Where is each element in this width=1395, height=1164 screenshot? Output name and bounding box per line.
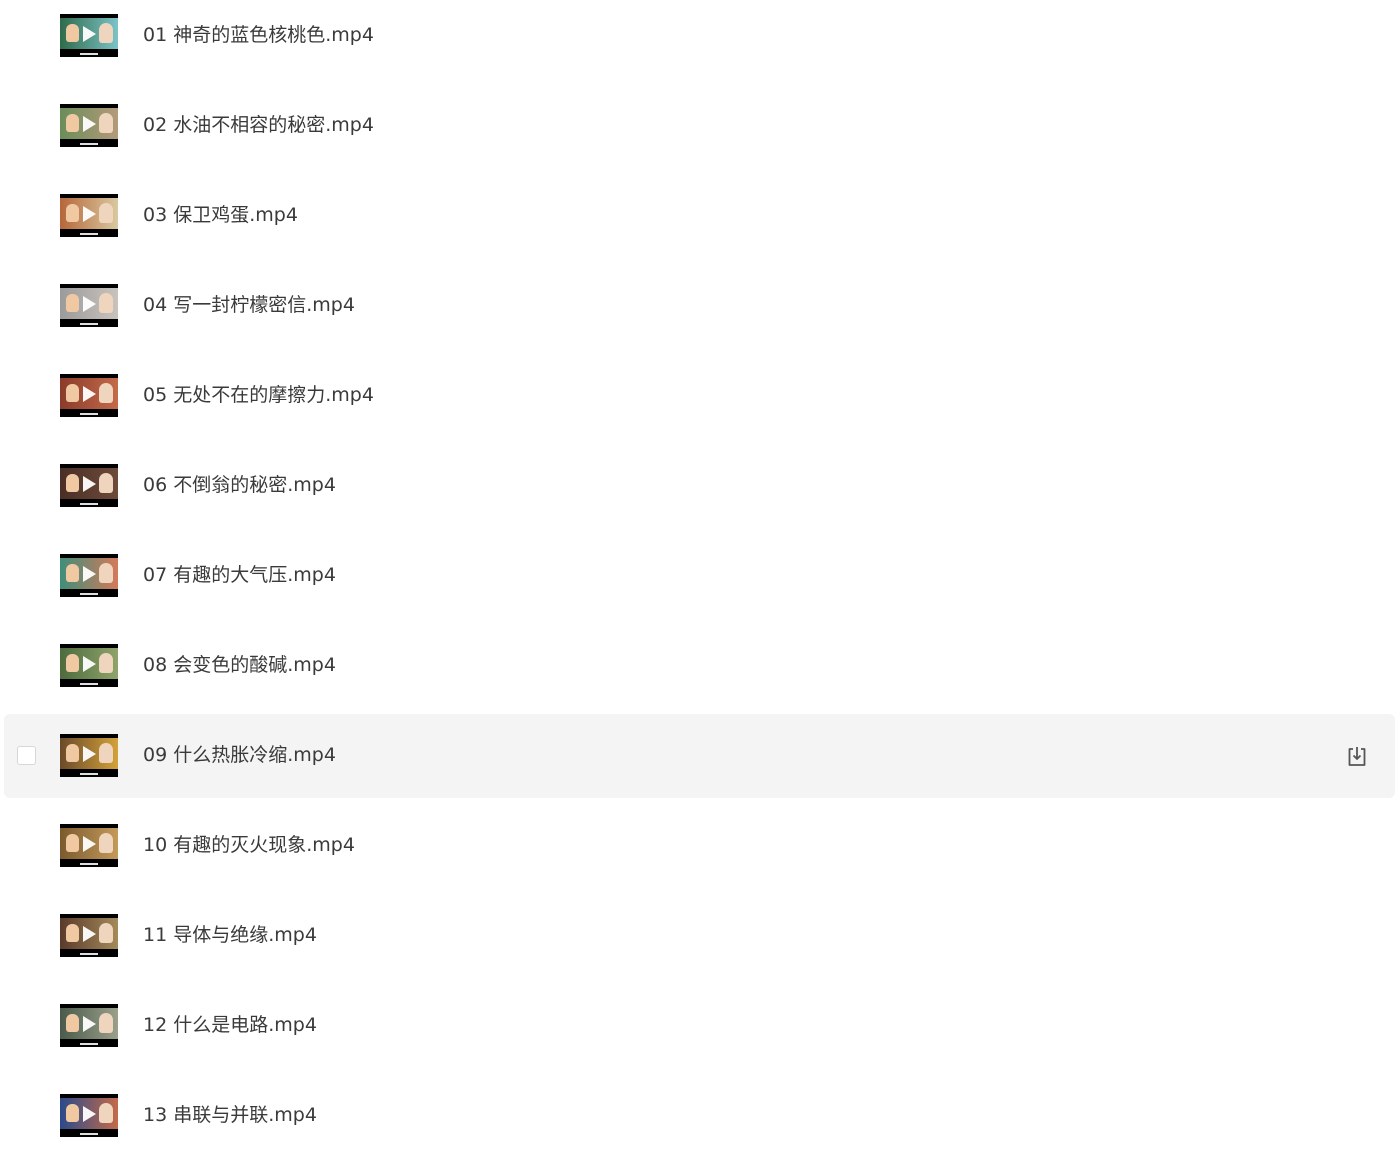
video-thumbnail[interactable] xyxy=(60,644,118,687)
file-row[interactable]: 10 有趣的灭火现象.mp4 xyxy=(4,804,1395,888)
file-row-hovered[interactable]: 09 什么热胀冷缩.mp4 xyxy=(4,714,1395,798)
file-name[interactable]: 08 会变色的酸碱.mp4 xyxy=(143,652,336,678)
video-thumbnail[interactable] xyxy=(60,914,118,957)
play-icon xyxy=(83,26,96,42)
video-thumbnail[interactable] xyxy=(60,104,118,147)
video-thumbnail[interactable] xyxy=(60,14,118,57)
file-name[interactable]: 03 保卫鸡蛋.mp4 xyxy=(143,202,298,228)
play-icon xyxy=(83,206,96,222)
video-thumbnail[interactable] xyxy=(60,824,118,867)
file-row[interactable]: 11 导体与绝缘.mp4 xyxy=(4,894,1395,978)
play-icon xyxy=(83,476,96,492)
file-name[interactable]: 01 神奇的蓝色核桃色.mp4 xyxy=(143,22,374,48)
file-name[interactable]: 06 不倒翁的秘密.mp4 xyxy=(143,472,336,498)
file-row[interactable]: 06 不倒翁的秘密.mp4 xyxy=(4,444,1395,528)
file-name[interactable]: 05 无处不在的摩擦力.mp4 xyxy=(143,382,374,408)
file-name[interactable]: 11 导体与绝缘.mp4 xyxy=(143,922,317,948)
file-row[interactable]: 12 什么是电路.mp4 xyxy=(4,984,1395,1068)
file-row[interactable]: 01 神奇的蓝色核桃色.mp4 xyxy=(4,0,1395,78)
file-name[interactable]: 12 什么是电路.mp4 xyxy=(143,1012,317,1038)
play-icon xyxy=(83,296,96,312)
file-name[interactable]: 13 串联与并联.mp4 xyxy=(143,1102,317,1128)
file-row[interactable]: 03 保卫鸡蛋.mp4 xyxy=(4,174,1395,258)
video-thumbnail[interactable] xyxy=(60,734,118,777)
file-row[interactable]: 13 串联与并联.mp4 xyxy=(4,1074,1395,1158)
play-icon xyxy=(83,656,96,672)
file-row[interactable]: 04 写一封柠檬密信.mp4 xyxy=(4,264,1395,348)
file-row[interactable]: 08 会变色的酸碱.mp4 xyxy=(4,624,1395,708)
download-icon[interactable] xyxy=(1345,744,1369,768)
file-name[interactable]: 04 写一封柠檬密信.mp4 xyxy=(143,292,355,318)
select-checkbox[interactable] xyxy=(17,746,36,765)
file-row[interactable]: 05 无处不在的摩擦力.mp4 xyxy=(4,354,1395,438)
video-thumbnail[interactable] xyxy=(60,1004,118,1047)
video-thumbnail[interactable] xyxy=(60,194,118,237)
video-thumbnail[interactable] xyxy=(60,374,118,417)
play-icon xyxy=(83,386,96,402)
play-icon xyxy=(83,1106,96,1122)
video-thumbnail[interactable] xyxy=(60,284,118,327)
file-name[interactable]: 07 有趣的大气压.mp4 xyxy=(143,562,336,588)
play-icon xyxy=(83,836,96,852)
file-name[interactable]: 10 有趣的灭火现象.mp4 xyxy=(143,832,355,858)
file-row[interactable]: 07 有趣的大气压.mp4 xyxy=(4,534,1395,618)
play-icon xyxy=(83,566,96,582)
play-icon xyxy=(83,746,96,762)
file-list: 01 神奇的蓝色核桃色.mp4 02 水油不相容的秘密.mp4 03 保卫鸡蛋.… xyxy=(0,0,1395,1164)
play-icon xyxy=(83,926,96,942)
video-thumbnail[interactable] xyxy=(60,464,118,507)
file-name[interactable]: 02 水油不相容的秘密.mp4 xyxy=(143,112,374,138)
video-thumbnail[interactable] xyxy=(60,554,118,597)
play-icon xyxy=(83,1016,96,1032)
video-thumbnail[interactable] xyxy=(60,1094,118,1137)
file-name[interactable]: 09 什么热胀冷缩.mp4 xyxy=(143,742,336,768)
play-icon xyxy=(83,116,96,132)
file-row[interactable]: 02 水油不相容的秘密.mp4 xyxy=(4,84,1395,168)
